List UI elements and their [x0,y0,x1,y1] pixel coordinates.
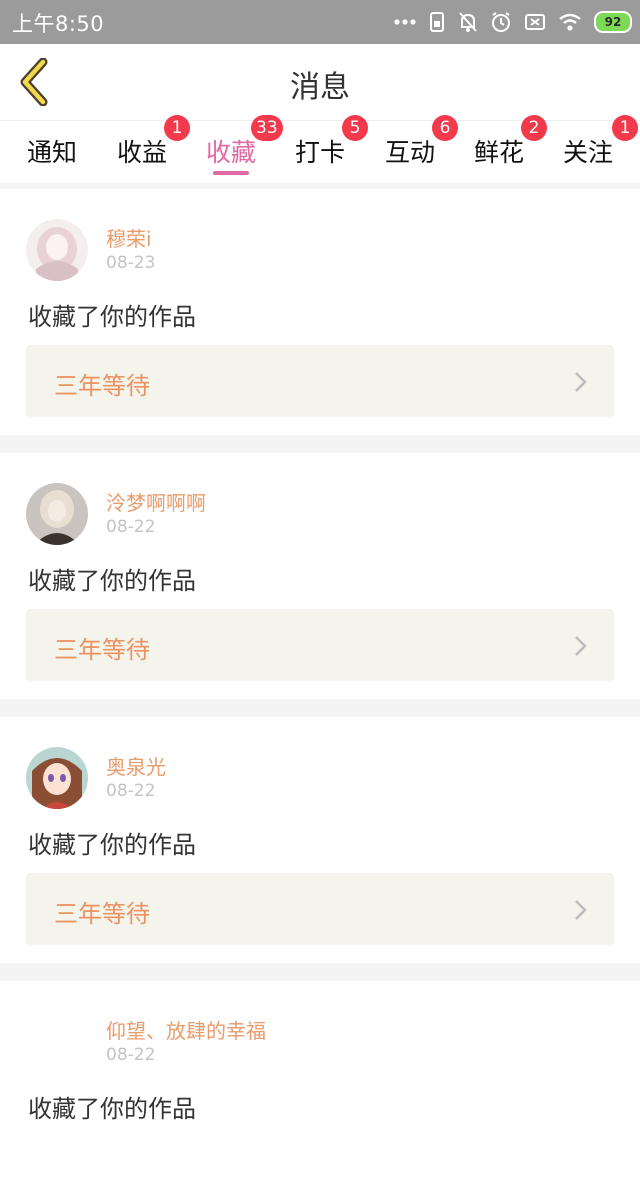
work-link[interactable]: 三年等待 [26,873,614,945]
timestamp: 08-22 [106,517,156,537]
tab-badge: 33 [251,115,283,141]
message-card: 穆荣i 08-23 收藏了你的作品 三年等待 [0,189,640,435]
message-card: 奥泉光 08-22 收藏了你的作品 三年等待 [0,717,640,963]
message-card: 泠梦啊啊啊 08-22 收藏了你的作品 三年等待 [0,453,640,699]
username[interactable]: 泠梦啊啊啊 [106,487,206,516]
work-title: 三年等待 [54,900,150,928]
chevron-right-icon [575,636,587,656]
tab-follow[interactable]: 关注 1 [548,115,638,183]
activity-text: 收藏了你的作品 [28,831,196,859]
avatar[interactable] [26,219,88,281]
status-icons: 92 [394,8,632,36]
tab-bar: 通知 收益 1 收藏 33 打卡 5 互动 6 鲜花 2 关注 1 [0,115,640,183]
battery-level: 92 [604,15,622,29]
tab-badge: 6 [432,115,458,141]
activity-text: 收藏了你的作品 [28,1095,196,1123]
avatar[interactable] [26,1011,88,1073]
tab-badge: 1 [612,115,638,141]
work-link[interactable]: 三年等待 [26,609,614,681]
tab-badge: 1 [164,115,190,141]
page-title: 消息 [290,70,350,105]
tab-label: 关注 [562,138,613,167]
username[interactable]: 奥泉光 [106,751,166,780]
status-bar: 上午8:50 92 [0,0,640,44]
timestamp: 08-23 [106,253,156,273]
status-time: 上午8:50 [12,12,105,36]
message-card: 仰望、放肆的幸福 08-22 收藏了你的作品 [0,981,640,1181]
more-dots-icon [394,18,416,26]
avatar[interactable] [26,747,88,809]
battery-icon: 92 [594,11,632,33]
no-sim-icon [524,12,546,32]
wifi-icon [558,12,582,32]
tab-badge: 2 [521,115,547,141]
tab-label: 通知 [26,138,77,167]
work-title: 三年等待 [54,636,150,664]
active-tab-indicator [213,171,249,175]
timestamp: 08-22 [106,781,156,801]
mute-bell-icon [458,11,478,33]
tab-favorites[interactable]: 收藏 33 [191,115,283,183]
avatar[interactable] [26,483,88,545]
tab-flowers[interactable]: 鲜花 2 [459,115,547,183]
sim-icon [428,11,446,33]
app-header: 消息 [0,44,640,121]
chevron-right-icon [575,900,587,920]
activity-text: 收藏了你的作品 [28,303,196,331]
work-title: 三年等待 [54,372,150,400]
tab-earnings[interactable]: 收益 1 [102,115,190,183]
tab-badge: 5 [342,115,368,141]
tab-interaction[interactable]: 互动 6 [370,115,458,183]
tab-checkin[interactable]: 打卡 5 [280,115,368,183]
timestamp: 08-22 [106,1045,156,1065]
work-link[interactable]: 三年等待 [26,345,614,417]
activity-text: 收藏了你的作品 [28,567,196,595]
alarm-icon [490,11,512,33]
username[interactable]: 穆荣i [106,223,152,252]
tab-notice[interactable]: 通知 [12,121,92,183]
chevron-right-icon [575,372,587,392]
username[interactable]: 仰望、放肆的幸福 [106,1015,266,1044]
